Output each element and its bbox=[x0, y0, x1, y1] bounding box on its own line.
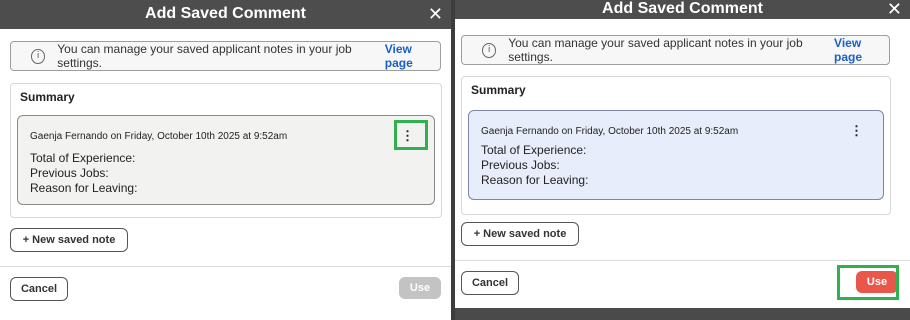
section-title: Summary bbox=[20, 90, 75, 104]
cancel-button[interactable]: Cancel bbox=[461, 271, 519, 295]
info-icon: i bbox=[482, 42, 497, 58]
more-options-icon[interactable]: ⋮ bbox=[850, 124, 863, 137]
highlight-box-use bbox=[837, 265, 899, 300]
note-line: Total of Experience: bbox=[30, 151, 136, 165]
info-text: You can manage your saved applicant note… bbox=[508, 36, 803, 64]
view-page-link[interactable]: View page bbox=[834, 36, 889, 64]
new-saved-note-button[interactable]: + New saved note bbox=[461, 222, 579, 246]
summary-section: Summary Gaenja Fernando on Friday, Octob… bbox=[10, 83, 442, 218]
dialog-after: Add Saved Comment ✕ i You can manage you… bbox=[455, 0, 910, 308]
dialog-before: Add Saved Comment ✕ i You can manage you… bbox=[0, 0, 451, 320]
close-icon[interactable]: ✕ bbox=[428, 5, 443, 23]
info-banner: i You can manage your saved applicant no… bbox=[461, 35, 890, 65]
saved-note-card-selected[interactable]: Gaenja Fernando on Friday, October 10th … bbox=[468, 110, 884, 200]
dialog-header: Add Saved Comment ✕ bbox=[0, 0, 451, 29]
use-button-disabled[interactable]: Use bbox=[399, 277, 441, 299]
section-title: Summary bbox=[471, 83, 526, 97]
footer-divider bbox=[455, 260, 910, 261]
footer-divider bbox=[0, 266, 451, 267]
note-line: Previous Jobs: bbox=[30, 166, 109, 180]
summary-section: Summary Gaenja Fernando on Friday, Octob… bbox=[461, 76, 891, 215]
info-banner: i You can manage your saved applicant no… bbox=[10, 41, 441, 71]
note-line: Reason for Leaving: bbox=[481, 173, 589, 187]
note-line: Previous Jobs: bbox=[481, 158, 560, 172]
info-text: You can manage your saved applicant note… bbox=[57, 42, 352, 70]
cancel-button[interactable]: Cancel bbox=[10, 277, 68, 301]
info-icon: i bbox=[31, 48, 46, 64]
new-saved-note-button[interactable]: + New saved note bbox=[10, 228, 128, 252]
note-author: Gaenja Fernando on Friday, October 10th … bbox=[30, 131, 288, 142]
note-author: Gaenja Fernando on Friday, October 10th … bbox=[481, 126, 739, 137]
saved-note-card[interactable]: Gaenja Fernando on Friday, October 10th … bbox=[17, 115, 435, 205]
dialog-title: Add Saved Comment bbox=[602, 0, 763, 17]
highlight-box-menu bbox=[394, 120, 428, 150]
dialog-header: Add Saved Comment ✕ bbox=[455, 0, 910, 19]
close-icon[interactable]: ✕ bbox=[887, 0, 902, 18]
note-line: Reason for Leaving: bbox=[30, 181, 138, 195]
view-page-link[interactable]: View page bbox=[385, 42, 440, 70]
dialog-title: Add Saved Comment bbox=[145, 5, 306, 22]
note-line: Total of Experience: bbox=[481, 143, 587, 157]
